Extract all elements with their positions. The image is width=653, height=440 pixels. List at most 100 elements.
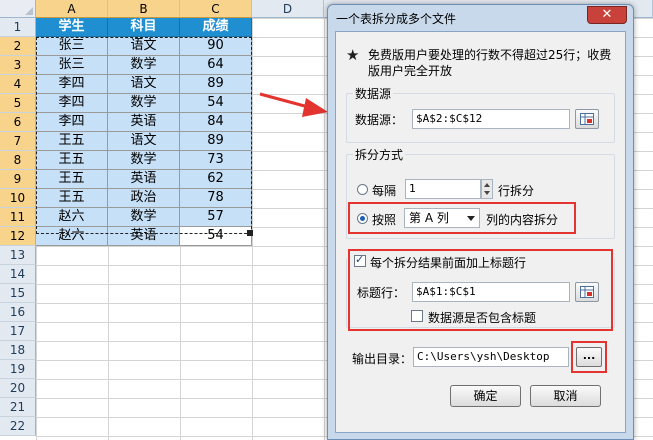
add-header-checkbox[interactable] [354, 253, 366, 267]
row-header[interactable]: 12 [0, 227, 36, 246]
row-header[interactable]: 19 [0, 360, 36, 379]
header-cell[interactable]: 成绩 [180, 18, 252, 37]
header-cell[interactable]: 科目 [108, 18, 180, 37]
data-cell[interactable]: 84 [180, 113, 252, 132]
row-header[interactable]: 13 [0, 246, 36, 265]
range-picker-icon [580, 113, 594, 125]
data-cell[interactable]: 赵六 [36, 227, 108, 246]
data-cell[interactable]: 英语 [108, 227, 180, 246]
data-cell[interactable]: 54 [180, 94, 252, 113]
source-range-picker-button[interactable] [575, 109, 599, 129]
output-path-input[interactable]: C:\Users\ysh\Desktop [413, 347, 569, 367]
every-suffix: 行拆分 [498, 184, 535, 198]
row-header[interactable]: 10 [0, 189, 36, 208]
ok-button[interactable]: 确定 [450, 385, 521, 407]
data-cell[interactable]: 89 [180, 75, 252, 94]
browse-button[interactable]: ... [576, 347, 602, 367]
row-header[interactable]: 20 [0, 379, 36, 398]
data-cell[interactable]: 王五 [36, 189, 108, 208]
data-cell[interactable]: 62 [180, 170, 252, 189]
header-cell[interactable]: 学生 [36, 18, 108, 37]
data-cell[interactable]: 王五 [36, 132, 108, 151]
select-all-corner[interactable] [0, 0, 36, 18]
source-group-label: 数据源 [353, 85, 394, 102]
data-cell[interactable]: 李四 [36, 75, 108, 94]
header-group: 每个拆分结果前面加上标题行 标题行： $A$1:$C$1 数据源是否包含标题 [346, 253, 615, 328]
data-cell[interactable]: 57 [180, 208, 252, 227]
data-cell[interactable]: 英语 [108, 170, 180, 189]
data-cell[interactable]: 王五 [36, 151, 108, 170]
row-header[interactable]: 3 [0, 56, 36, 75]
row-header[interactable]: 5 [0, 94, 36, 113]
cancel-button[interactable]: 取消 [530, 385, 601, 407]
column-header-d[interactable]: D [252, 0, 324, 18]
data-cell[interactable]: 李四 [36, 113, 108, 132]
row-header[interactable]: 6 [0, 113, 36, 132]
chevron-down-icon [467, 216, 475, 221]
every-n-rows-radio[interactable] [357, 184, 368, 195]
row-header[interactable]: 18 [0, 341, 36, 360]
data-cell[interactable]: 数学 [108, 94, 180, 113]
row-header[interactable]: 2 [0, 37, 36, 56]
star-icon: ★ [346, 46, 360, 64]
data-cell[interactable]: 64 [180, 56, 252, 75]
source-field-label: 数据源： [355, 113, 404, 127]
row-header[interactable]: 8 [0, 151, 36, 170]
data-cell[interactable]: 王五 [36, 170, 108, 189]
data-cell[interactable]: 数学 [108, 151, 180, 170]
data-cell[interactable]: 语文 [108, 75, 180, 94]
column-header-b[interactable]: B [108, 0, 180, 18]
row-header[interactable]: 4 [0, 75, 36, 94]
by-suffix: 列的内容拆分 [486, 213, 559, 227]
include-header-checkbox[interactable] [411, 310, 423, 322]
row-header[interactable]: 1 [0, 18, 36, 37]
data-cell[interactable]: 90 [180, 37, 252, 56]
header-range-picker-button[interactable] [575, 282, 599, 302]
include-header-label: 数据源是否包含标题 [428, 311, 537, 325]
dialog-title: 一个表拆分成多个文件 [336, 12, 457, 26]
row-header[interactable]: 16 [0, 303, 36, 322]
data-cell[interactable]: 英语 [108, 113, 180, 132]
spin-up-icon [484, 183, 490, 187]
data-cell[interactable]: 政治 [108, 189, 180, 208]
output-label: 输出目录： [352, 352, 413, 366]
column-select[interactable]: 第 A 列 [404, 208, 480, 228]
data-cell[interactable]: 赵六 [36, 208, 108, 227]
column-header-a[interactable]: A [36, 0, 108, 18]
data-cell[interactable]: 数学 [108, 208, 180, 227]
data-cell[interactable]: 语文 [108, 132, 180, 151]
data-cell[interactable]: 89 [180, 132, 252, 151]
data-cell[interactable]: 张三 [36, 56, 108, 75]
header-range-input[interactable]: $A$1:$C$1 [412, 282, 570, 302]
add-header-label: 每个拆分结果前面加上标题行 [370, 254, 530, 271]
row-header[interactable]: 15 [0, 284, 36, 303]
close-button[interactable]: ✕ [587, 6, 627, 24]
row-header[interactable]: 11 [0, 208, 36, 227]
by-label: 按照 [372, 213, 397, 227]
data-cell[interactable]: 54 [180, 227, 252, 246]
data-cell[interactable]: 语文 [108, 37, 180, 56]
data-cell[interactable]: 张三 [36, 37, 108, 56]
column-header-c[interactable]: C [180, 0, 252, 18]
row-header[interactable]: 22 [0, 417, 36, 436]
row-header[interactable]: 21 [0, 398, 36, 417]
row-header[interactable]: 9 [0, 170, 36, 189]
row-header[interactable]: 7 [0, 132, 36, 151]
red-arrow-icon [259, 92, 328, 117]
license-notice: 免费版用户要处理的行数不得超过25行；收费版用户完全开放 [368, 48, 612, 78]
dialog-titlebar[interactable]: 一个表拆分成多个文件 ✕ [328, 5, 633, 31]
dialog-body: ★ 免费版用户要处理的行数不得超过25行；收费版用户完全开放 数据源 数据源： … [335, 31, 626, 433]
data-cell[interactable]: 李四 [36, 94, 108, 113]
source-range-input[interactable]: $A$2:$C$12 [412, 109, 570, 129]
every-n-input[interactable]: 1 [405, 179, 481, 199]
spin-down-icon [484, 191, 490, 195]
by-column-radio[interactable] [357, 213, 368, 224]
data-cell[interactable]: 数学 [108, 56, 180, 75]
split-method-group: 拆分方式 每隔 1 行拆分 按照 第 A 列 列的内容拆分 [346, 146, 615, 239]
row-header[interactable]: 14 [0, 265, 36, 284]
data-cell[interactable]: 78 [180, 189, 252, 208]
row-header[interactable]: 17 [0, 322, 36, 341]
data-cell[interactable]: 73 [180, 151, 252, 170]
fill-handle[interactable] [247, 230, 253, 236]
every-n-spinner[interactable] [481, 179, 493, 199]
